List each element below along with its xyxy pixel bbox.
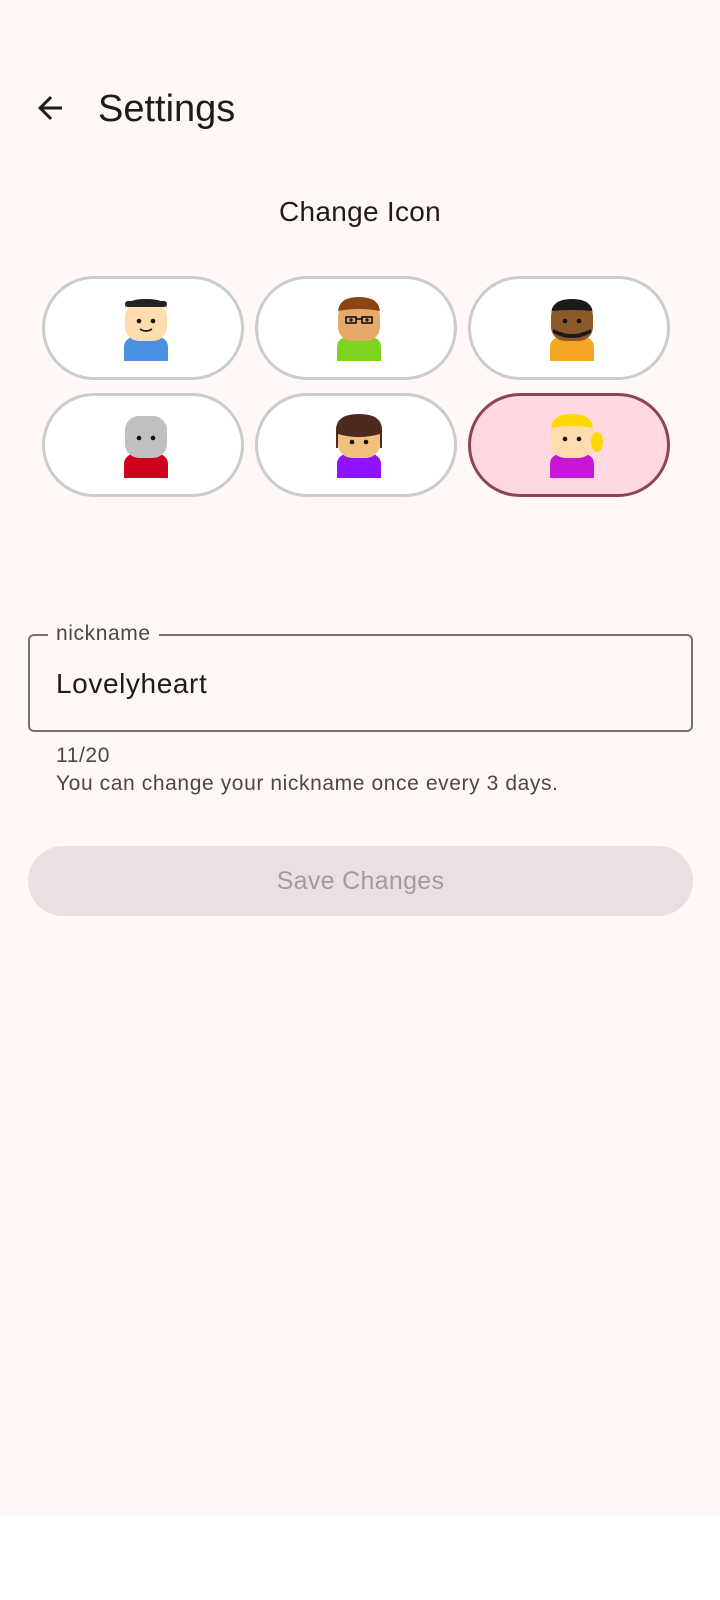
nickname-hint: You can change your nickname once every … [56, 772, 559, 795]
nickname-field[interactable]: nickname Lovelyheart [28, 622, 693, 732]
icon-option-5[interactable] [255, 393, 457, 497]
avatar-boy-blue-shirt-icon [124, 299, 168, 361]
arrow-back-icon [38, 96, 62, 120]
nickname-label: nickname [48, 622, 159, 646]
icon-option-3[interactable] [468, 276, 670, 380]
icon-option-2[interactable] [255, 276, 457, 380]
avatar-grey-red-shirt-icon [124, 416, 168, 478]
back-button[interactable] [24, 82, 76, 134]
save-changes-button[interactable]: Save Changes [28, 846, 693, 916]
icon-option-6-selected[interactable] [468, 393, 670, 497]
avatar-blonde-magenta-shirt-icon [550, 414, 603, 478]
change-icon-heading: Change Icon [278, 196, 442, 227]
character-counter: 11/20 [56, 744, 110, 767]
avatar-brown-hair-purple-shirt-icon [336, 414, 382, 478]
icon-option-4[interactable] [42, 393, 244, 497]
icon-option-1[interactable] [42, 276, 244, 380]
settings-screen: Settings Change Icon nickname Lovelyhear… [0, 0, 720, 1516]
avatar-glasses-green-shirt-icon [337, 297, 381, 361]
top-app-bar: Settings [0, 56, 720, 160]
avatar-beard-orange-shirt-icon [550, 299, 594, 361]
page-title: Settings [98, 88, 236, 130]
nickname-input[interactable]: Lovelyheart [56, 666, 207, 702]
